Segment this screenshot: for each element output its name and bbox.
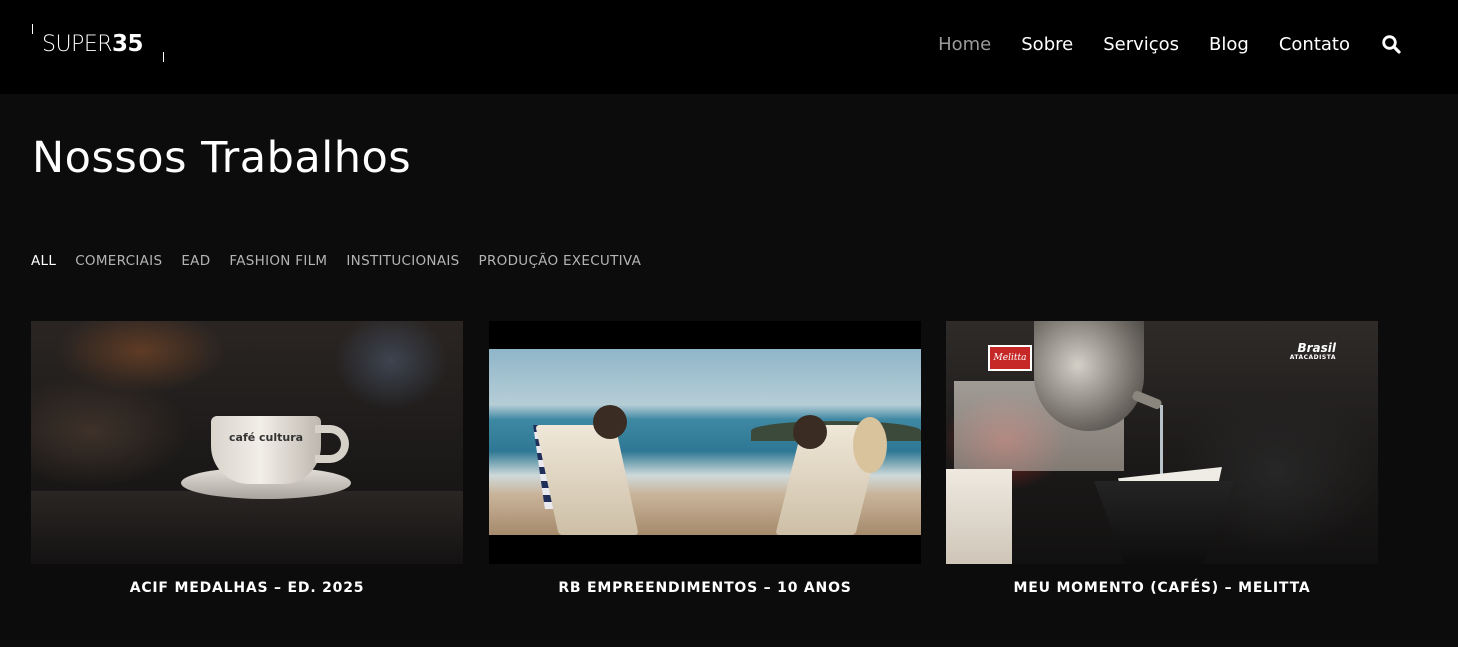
project-caption[interactable]: ACIF MEDALHAS – ED. 2025: [31, 580, 463, 596]
nav-item-sobre[interactable]: Sobre: [1021, 34, 1073, 55]
filter-fashion-film[interactable]: FASHION FILM: [229, 253, 327, 269]
page-title: Nossos Trabalhos: [32, 133, 412, 183]
thumb-table: [31, 491, 463, 564]
project-card[interactable]: RB EMPREENDIMENTOS – 10 ANOS: [489, 321, 921, 596]
thumb-kettle-spout: [1131, 389, 1163, 411]
filter-all[interactable]: ALL: [31, 253, 56, 269]
thumb-person-left: [593, 405, 627, 439]
project-card[interactable]: café cultura ACIF MEDALHAS – ED. 2025: [31, 321, 463, 596]
thumb-cup-handle: [315, 425, 349, 463]
search-icon[interactable]: [1380, 33, 1402, 55]
thumb-package: [946, 469, 1012, 564]
nav-item-contato[interactable]: Contato: [1279, 34, 1350, 55]
nav-item-servicos[interactable]: Serviços: [1103, 34, 1179, 55]
filter-institucionais[interactable]: INSTITUCIONAIS: [346, 253, 459, 269]
site-header: SUPER35 Home Sobre Serviços Blog Contato: [0, 0, 1458, 94]
project-card[interactable]: Melitta Brasil ATACADISTA MEU MOMENTO (C…: [946, 321, 1378, 596]
logo-tick-right: [163, 52, 164, 62]
logo-tick-left: [32, 24, 33, 34]
nav-item-blog[interactable]: Blog: [1209, 34, 1249, 55]
portfolio-filters: ALL COMERCIAIS EAD FASHION FILM INSTITUC…: [31, 253, 660, 269]
logo-text-bold: 35: [112, 31, 144, 57]
thumb-person-right: [793, 415, 827, 449]
thumb-beach-scene: [489, 349, 921, 535]
site-logo[interactable]: SUPER35: [30, 22, 170, 66]
thumb-cup: [211, 416, 321, 484]
thumb-kettle: [1034, 321, 1144, 431]
brasil-logo-subtext: ATACADISTA: [1289, 354, 1336, 361]
project-thumbnail[interactable]: [489, 321, 921, 564]
project-thumbnail[interactable]: café cultura: [31, 321, 463, 564]
thumb-hat: [853, 417, 887, 473]
melitta-logo: Melitta: [988, 345, 1032, 371]
logo-text-light: SUPER: [42, 32, 113, 57]
nav-item-home[interactable]: Home: [938, 34, 991, 55]
logo-wordmark: SUPER35: [42, 30, 144, 57]
project-caption[interactable]: MEU MOMENTO (CAFÉS) – MELITTA: [946, 580, 1378, 596]
main-nav: Home Sobre Serviços Blog Contato: [908, 30, 1402, 58]
filter-ead[interactable]: EAD: [181, 253, 210, 269]
thumb-chair-left: [535, 425, 639, 535]
filter-producao-executiva[interactable]: PRODUÇÃO EXECUTIVA: [479, 253, 642, 269]
thumb-dripper: [1094, 481, 1234, 564]
brasil-atacadista-logo: Brasil ATACADISTA: [1289, 342, 1336, 363]
project-caption[interactable]: RB EMPREENDIMENTOS – 10 ANOS: [489, 580, 921, 596]
thumb-cup-logo: café cultura: [229, 431, 304, 444]
project-thumbnail[interactable]: Melitta Brasil ATACADISTA: [946, 321, 1378, 564]
filter-comerciais[interactable]: COMERCIAIS: [75, 253, 162, 269]
